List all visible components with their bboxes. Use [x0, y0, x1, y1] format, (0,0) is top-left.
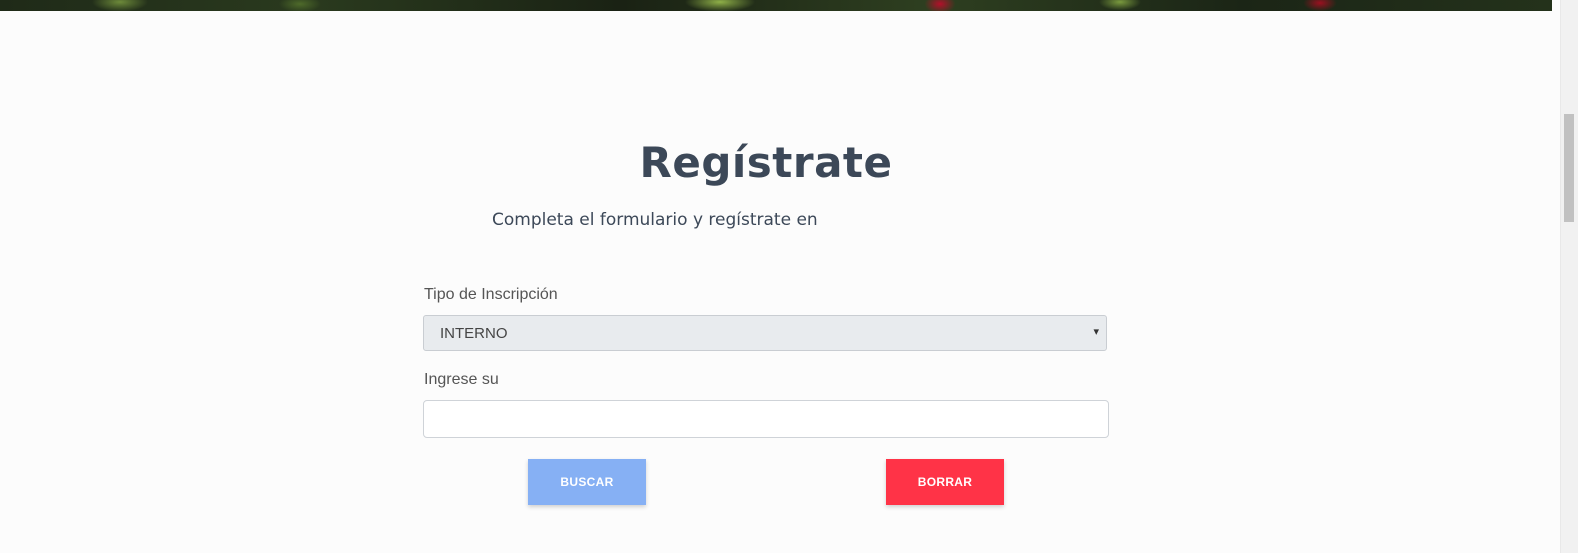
page: Regístrate Completa el formulario y regí… — [0, 0, 1578, 553]
ingrese-input[interactable] — [423, 400, 1109, 438]
scrollbar-thumb[interactable] — [1564, 114, 1574, 222]
hero-image-strip — [0, 0, 1552, 11]
page-subtitle: Completa el formulario y regístrate en — [492, 210, 818, 230]
borrar-button[interactable]: BORRAR — [886, 459, 1004, 505]
ingrese-label: Ingrese su — [424, 371, 499, 388]
chevron-down-icon: ▾ — [1093, 326, 1099, 338]
buscar-button[interactable]: BUSCAR — [528, 459, 646, 505]
tipo-inscripcion-select[interactable]: INTERNO ▾ — [423, 315, 1107, 351]
tipo-inscripcion-selected-value: INTERNO — [440, 325, 508, 342]
vertical-scrollbar[interactable] — [1560, 0, 1578, 553]
tipo-inscripcion-label: Tipo de Inscripción — [424, 286, 558, 303]
page-title: Regístrate — [639, 138, 893, 187]
